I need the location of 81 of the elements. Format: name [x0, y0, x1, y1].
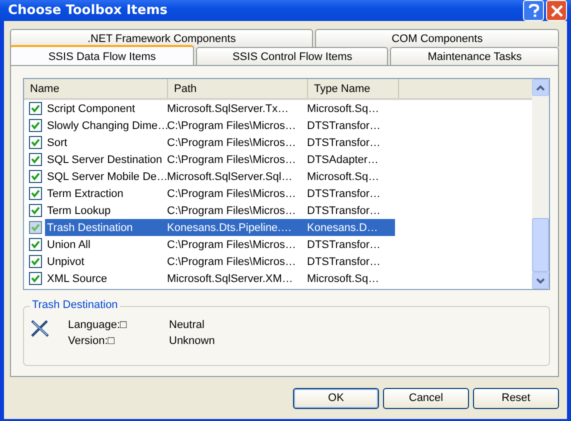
table-cell-text: Sort	[46, 136, 68, 148]
help-icon	[528, 4, 540, 18]
table-cell-text: SQL Server Mobile De…	[46, 170, 165, 182]
checkbox[interactable]	[29, 119, 42, 132]
table-cell-text: SQL Server Destination	[46, 154, 164, 166]
table-cell-text: DTSTransfor…	[306, 256, 382, 268]
table-cell-text: XML Source	[46, 272, 108, 284]
field-label: Language:□	[68, 319, 128, 331]
field-value: Unknown	[169, 335, 215, 347]
table-cell-text: C:\Program Files\Micros…	[166, 204, 297, 216]
window-title: Choose Toolbox Items	[8, 3, 168, 18]
table-cell-text: Microsoft.Sq…	[306, 170, 380, 182]
checkbox[interactable]	[29, 136, 42, 149]
table-cell-text: C:\Program Files\Micros…	[166, 154, 297, 166]
table-cell-text: C:\Program Files\Micros…	[166, 188, 297, 200]
table-cell-text: Term Extraction	[46, 188, 124, 200]
checkbox[interactable]	[29, 255, 42, 268]
table-cell-text: Microsoft.SqlServer.Tx…	[166, 102, 290, 114]
close-button[interactable]	[546, 0, 567, 21]
help-button[interactable]	[523, 0, 544, 21]
tab[interactable]: SSIS Data Flow Items	[10, 45, 194, 67]
table-cell-text: Script Component	[46, 102, 136, 114]
scroll-thumb[interactable]	[532, 218, 549, 272]
table-cell-text: Konesans.D…	[306, 222, 379, 234]
checkbox[interactable]	[29, 272, 42, 285]
table-cell-text: DTSTransfor…	[306, 136, 382, 148]
table-cell-text: Term Lookup	[46, 204, 112, 216]
field-value: Neutral	[169, 319, 204, 331]
table-cell-text: Union All	[46, 238, 92, 250]
table-cell-text: DTSTransfor…	[306, 188, 382, 200]
tab[interactable]: .NET Framework Components	[10, 29, 314, 47]
field-label: Version:□	[68, 335, 116, 347]
table-cell-text: C:\Program Files\Micros…	[166, 238, 297, 250]
checkbox[interactable]	[29, 153, 42, 166]
column-header[interactable]: Type Name	[308, 79, 399, 98]
table-cell-text: Konesans.Dts.Pipeline.…	[166, 222, 293, 234]
table-cell-text: Microsoft.SqlServer.XM…	[166, 272, 294, 284]
list-row[interactable]: Sort C:\Program Files\Micros… DTSTransfor…	[45, 134, 395, 151]
tab[interactable]: Maintenance Tasks	[390, 47, 559, 65]
table-cell-text: DTSTransfor…	[306, 120, 382, 132]
scroll-up-button[interactable]	[532, 79, 549, 96]
table-cell-text: Unpivot	[46, 256, 86, 268]
crossed-tools-icon	[30, 319, 50, 339]
column-header[interactable]: Path	[168, 79, 308, 98]
table-cell-text: Microsoft.SqlServer.Sql…	[166, 170, 294, 182]
table-cell-text: DTSTransfor…	[306, 238, 382, 250]
close-icon	[550, 4, 562, 16]
list-row[interactable]: Term Extraction C:\Program Files\Micros… DTSTransfor…	[45, 185, 395, 202]
checkbox[interactable]	[29, 204, 42, 217]
list-row[interactable]: Union All C:\Program Files\Micros… DTSTransfor…	[45, 236, 395, 253]
tab[interactable]: COM Components	[315, 29, 559, 47]
list-row[interactable]: Term Lookup C:\Program Files\Micros… DTSTransfor…	[45, 202, 395, 219]
group-title: Trash Destination	[30, 299, 120, 311]
table-cell-text: Microsoft.Sq…	[306, 102, 380, 114]
scroll-down-button[interactable]	[532, 272, 549, 289]
table-cell-text: Trash Destination	[46, 222, 134, 234]
list-row[interactable]: SQL Server Mobile De…Microsoft.SqlServer.Sql… Microsoft.Sq…	[45, 168, 395, 185]
table-cell-text: Slowly Changing Dime…	[46, 120, 165, 132]
table-cell-text: C:\Program Files\Micros…	[166, 256, 297, 268]
tab[interactable]: SSIS Control Flow Items	[196, 47, 388, 65]
table-cell-text: C:\Program Files\Micros…	[167, 120, 297, 132]
checkbox[interactable]	[29, 221, 42, 234]
column-header[interactable]: Name	[24, 79, 168, 98]
checkbox[interactable]	[29, 187, 42, 200]
list-row[interactable]: Script Component Microsoft.SqlServer.Tx… Microsoft.Sq…	[45, 100, 395, 117]
checkbox[interactable]	[29, 170, 42, 183]
dialog-button[interactable]: Reset	[473, 388, 559, 408]
checkbox[interactable]	[29, 102, 42, 115]
list-row[interactable]: SQL Server Destination C:\Program Files\Micros… DTSAdapter…	[45, 151, 395, 168]
table-cell-text: Microsoft.Sq…	[306, 272, 380, 284]
dialog-button[interactable]: OK	[293, 388, 379, 408]
scrollbar[interactable]	[532, 79, 549, 289]
list-row[interactable]: XML Source Microsoft.SqlServer.XM… Microsoft.Sq…	[45, 270, 395, 287]
list-row[interactable]: Unpivot C:\Program Files\Micros… DTSTransfor…	[45, 253, 395, 270]
checkbox[interactable]	[29, 238, 42, 251]
table-cell-text: DTSTransfor…	[306, 204, 382, 216]
list-row[interactable]: Trash Destination Konesans.Dts.Pipeline.… Konesans.D…	[45, 219, 395, 236]
table-cell-text: DTSAdapter…	[306, 154, 380, 166]
list-row[interactable]: Slowly Changing Dime…C:\Program Files\Micros… DTSTransfor…	[45, 117, 395, 134]
table-cell-text: C:\Program Files\Micros…	[166, 136, 297, 148]
dialog-button[interactable]: Cancel	[383, 388, 469, 408]
